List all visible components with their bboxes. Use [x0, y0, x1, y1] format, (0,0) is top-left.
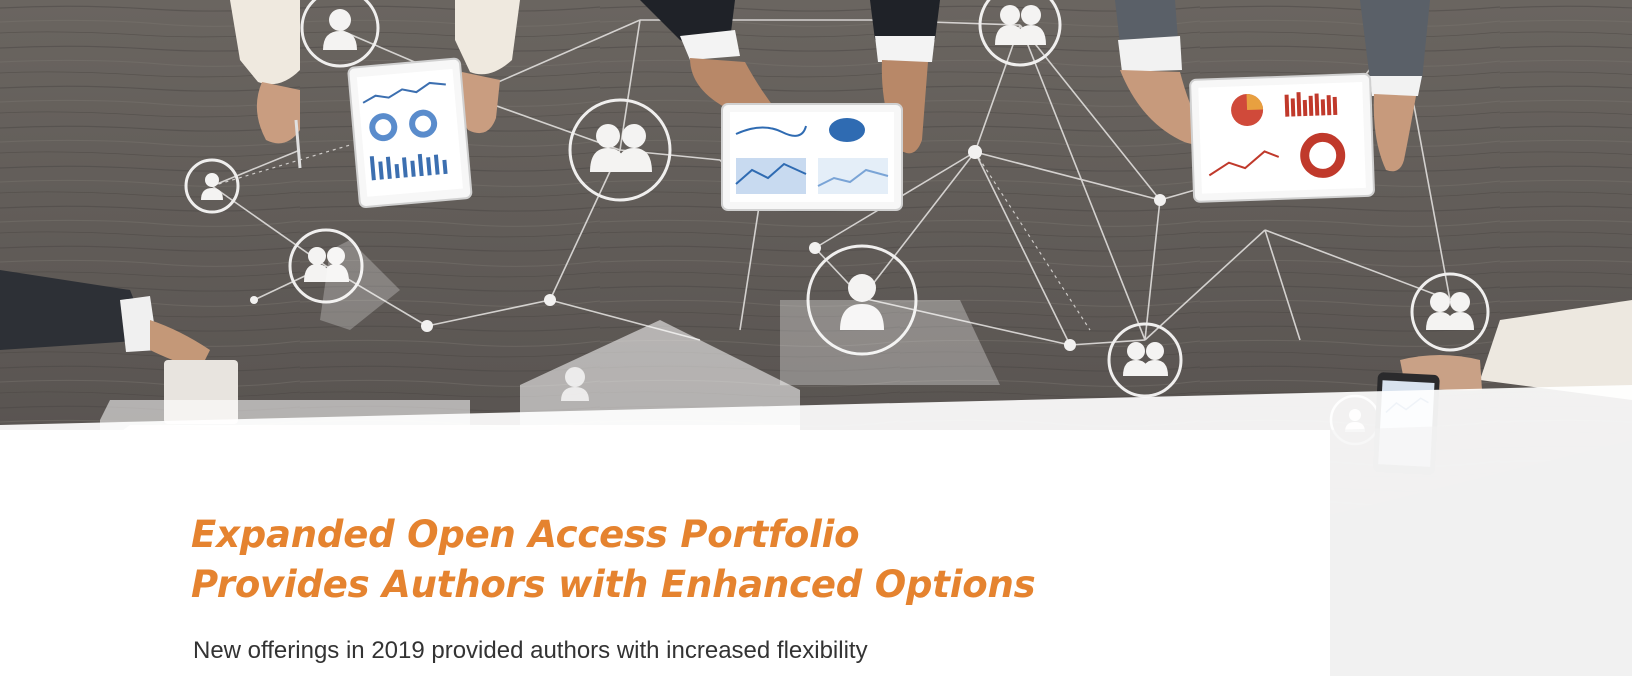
article-body: New offerings in 2019 provided authors w…	[193, 637, 868, 664]
headline-line-1: Expanded Open Access Portfolio	[191, 513, 860, 556]
tablet-icon	[347, 57, 473, 208]
tablet-icon	[1189, 72, 1375, 203]
white-overlay	[1330, 420, 1632, 676]
headline-line-2: Provides Authors with Enhanced Options	[191, 563, 1036, 606]
tablet-icon	[721, 103, 903, 211]
article-headline: Expanded Open Access Portfolio Provides …	[191, 510, 1191, 610]
page: Expanded Open Access Portfolio Provides …	[0, 0, 1632, 676]
